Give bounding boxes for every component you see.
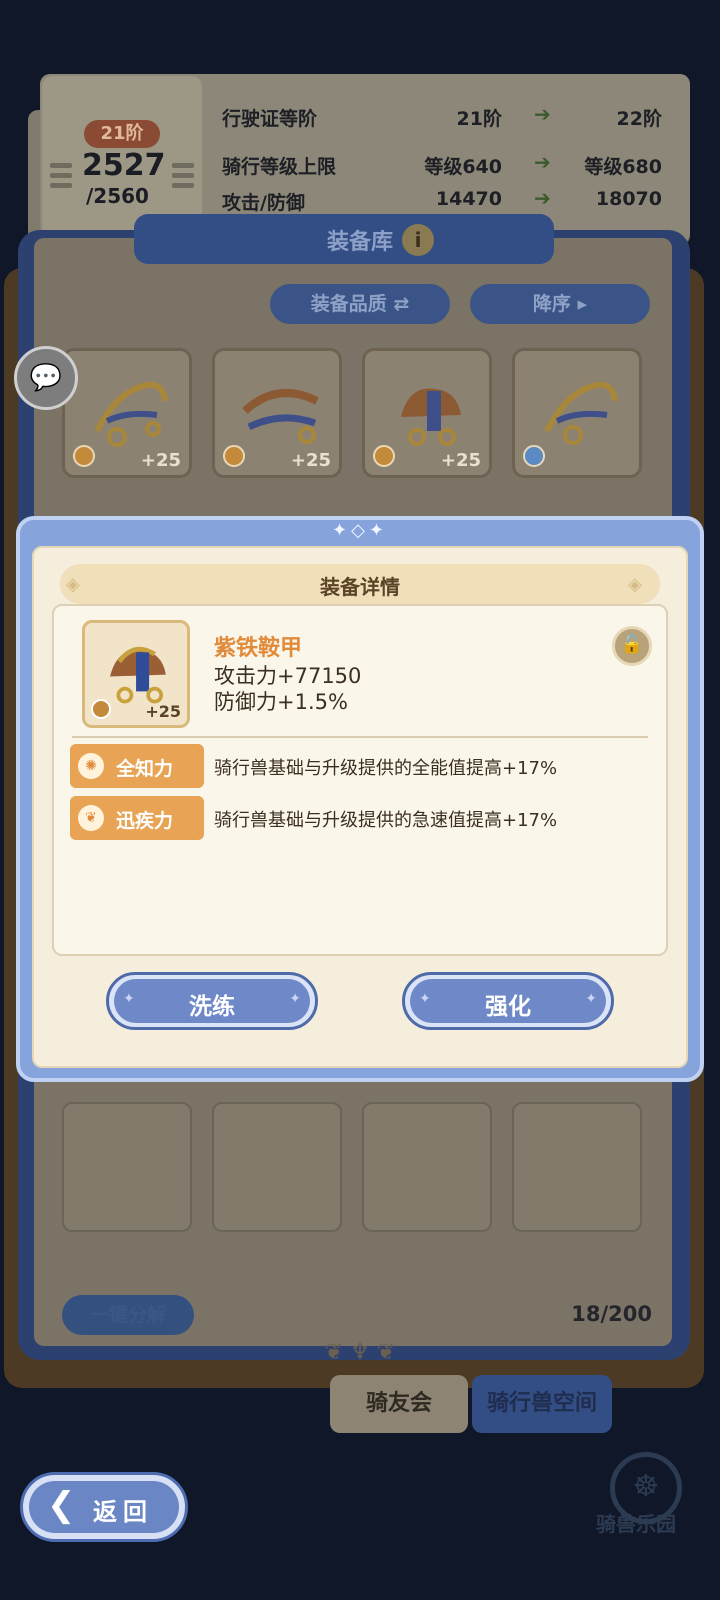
empty-slot — [212, 1102, 342, 1232]
saddle-icon — [110, 646, 166, 704]
license-row-level-cap: 骑行等级上限 等级640 ➔ 等级680 — [222, 150, 662, 178]
info-icon[interactable]: i — [402, 224, 434, 256]
enhance-button[interactable]: ✦ ✦ 强化 — [402, 972, 614, 1030]
lock-icon[interactable]: 🔓 — [612, 626, 652, 666]
license-row-atk-def: 攻击/防御 14470 ➔ 18070 — [222, 186, 662, 214]
skill-tag-swiftness: ❦ 迅疾力 — [70, 796, 204, 840]
saddle-icon — [401, 388, 461, 446]
equipment-slot[interactable]: +25 — [62, 348, 192, 478]
empty-slot — [62, 1102, 192, 1232]
park-label: 骑兽乐园 — [596, 1512, 676, 1536]
item-name: 紫铁鞍甲 — [214, 636, 303, 661]
tab-rider-club[interactable]: 骑友会 — [330, 1375, 468, 1433]
slot-type-icon — [373, 445, 395, 467]
arrow-icon: ➔ — [534, 150, 551, 174]
item-level: +25 — [145, 702, 181, 721]
skill-icon: ❦ — [78, 805, 104, 831]
equipment-slot[interactable]: +25 — [212, 348, 342, 478]
skill-tag-omniscience: ✺ 全知力 — [70, 744, 204, 788]
arrow-icon: ➔ — [534, 186, 551, 210]
dialog-title: 装备详情 — [320, 575, 400, 599]
rank-score-max: /2560 — [86, 184, 149, 208]
empty-slot — [512, 1102, 642, 1232]
equipment-slot[interactable]: +25 — [362, 348, 492, 478]
item-icon: +25 — [82, 620, 190, 728]
sort-order-button[interactable]: 降序 ▸ — [470, 284, 650, 324]
reforge-button[interactable]: ✦ ✦ 洗练 — [106, 972, 318, 1030]
rank-score: 2527 — [82, 148, 166, 183]
slot-type-icon — [91, 699, 111, 719]
inventory-capacity: 18/200 — [571, 1302, 652, 1326]
harness-icon — [544, 381, 618, 445]
bridle-icon — [242, 389, 319, 444]
dialog-ornament-icon: ✦◇✦ — [331, 520, 388, 541]
license-row-rank: 行驶证等阶 21阶 ➔ 22阶 — [222, 102, 662, 130]
divider — [72, 736, 648, 738]
rank-badge: 21阶 — [84, 120, 160, 148]
slot-type-icon — [523, 445, 545, 467]
rank-panel: 21阶 2527 /2560 — [42, 76, 202, 236]
tab-mount-space[interactable]: 骑行兽空间 — [472, 1375, 612, 1433]
sort-quality-button[interactable]: 装备品质 ⇄ — [270, 284, 450, 324]
harness-icon — [94, 381, 168, 447]
skill-desc: 骑行兽基础与升级提供的全能值提高+17% — [214, 758, 558, 779]
rank-deco-right — [172, 158, 194, 193]
slot-type-icon — [223, 445, 245, 467]
back-button[interactable]: ❮ 返回 — [20, 1472, 188, 1542]
game-screen: 21阶 2527 /2560 行驶证等阶 21阶 ➔ 22阶 骑行等级上限 等级… — [0, 0, 720, 1600]
skill-desc: 骑行兽基础与升级提供的急速值提高+17% — [214, 810, 558, 831]
arrow-icon: ➔ — [534, 102, 551, 126]
inventory-title: 装备库 — [326, 230, 393, 255]
book-flourish-icon: ❦ ♆ ❦ — [324, 1340, 396, 1365]
chat-icon[interactable]: 💬 — [14, 346, 78, 410]
item-stat-defense: 防御力+1.5% — [214, 690, 348, 714]
skill-icon: ✺ — [78, 753, 104, 779]
rank-deco-left — [50, 158, 72, 193]
equipment-slot[interactable] — [512, 348, 642, 478]
decompose-all-button[interactable]: 一键分解 — [62, 1295, 194, 1335]
empty-slot — [362, 1102, 492, 1232]
slot-type-icon — [73, 445, 95, 467]
back-arrow-icon: ❮ — [47, 1485, 76, 1525]
